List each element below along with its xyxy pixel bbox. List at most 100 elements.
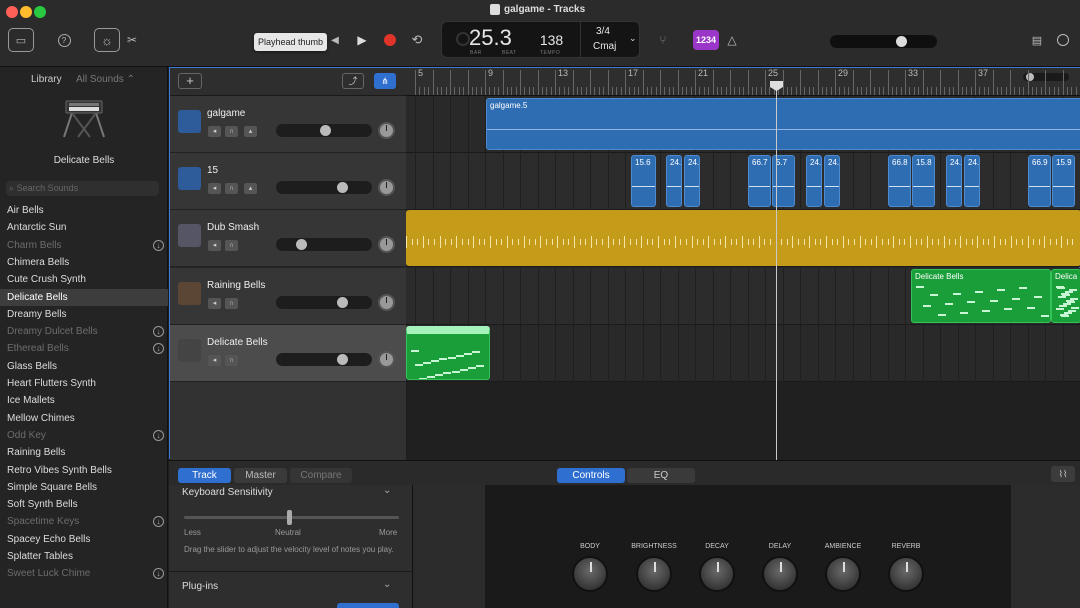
- library-item[interactable]: Spacey Echo Bells: [0, 531, 168, 548]
- audio-region[interactable]: 15.9: [1052, 155, 1075, 208]
- library-item[interactable]: Spacetime Keys ↓: [0, 513, 168, 530]
- mute-button[interactable]: ◂: [208, 297, 221, 309]
- audio-region[interactable]: 15.6: [631, 155, 656, 208]
- signature-key-display[interactable]: 3/4 Cmaj ⌄: [580, 22, 640, 59]
- tempo-display[interactable]: 138 TEMPO: [524, 22, 579, 59]
- audio-region[interactable]: 24.: [806, 155, 822, 208]
- record-enable-button[interactable]: ▴: [244, 126, 257, 137]
- snap-button[interactable]: ⋔: [374, 73, 396, 89]
- library-item[interactable]: Raining Bells: [0, 444, 168, 461]
- zoom-window-button[interactable]: [34, 6, 46, 18]
- audio-region[interactable]: 66.9: [1028, 155, 1051, 208]
- control-knob[interactable]: [888, 556, 924, 592]
- midi-region[interactable]: [406, 325, 490, 380]
- track-header[interactable]: Raining Bells ◂ ∩: [170, 267, 406, 325]
- track-lane[interactable]: [406, 324, 1080, 382]
- audio-region[interactable]: 24.: [824, 155, 840, 208]
- track-pan-knob[interactable]: [378, 122, 395, 139]
- solo-button[interactable]: ∩: [225, 297, 238, 309]
- solo-button[interactable]: ∩: [225, 126, 238, 137]
- record-button[interactable]: [377, 28, 403, 52]
- library-button[interactable]: ▭: [8, 28, 34, 52]
- library-item[interactable]: Sweet Luck Chime ↓: [0, 565, 168, 582]
- audio-region[interactable]: 24.: [666, 155, 682, 208]
- tuner-button[interactable]: ⑂: [650, 28, 676, 52]
- eq-view-button[interactable]: ⌇⌇: [1051, 466, 1075, 482]
- tab-track[interactable]: Track: [178, 468, 231, 483]
- library-item[interactable]: Splatter Tables: [0, 548, 168, 565]
- chevron-down-icon[interactable]: ⌄: [383, 485, 391, 496]
- audio-region[interactable]: galgame.5: [486, 98, 1080, 150]
- library-item[interactable]: Dreamy Dulcet Bells ↓: [0, 323, 168, 340]
- track-volume-slider[interactable]: [276, 181, 372, 195]
- track-pan-knob[interactable]: [378, 293, 395, 311]
- library-item[interactable]: Chimera Bells: [0, 254, 168, 271]
- track-pan-knob[interactable]: [378, 236, 395, 254]
- download-icon[interactable]: ↓: [153, 239, 164, 251]
- audio-region[interactable]: 66.7: [748, 155, 771, 208]
- library-filter[interactable]: All Sounds ⌃: [76, 74, 135, 85]
- library-item[interactable]: Heart Flutters Synth: [0, 375, 168, 392]
- audio-region[interactable]: 24.: [946, 155, 962, 208]
- track-volume-thumb[interactable]: [320, 125, 332, 136]
- playhead[interactable]: [776, 81, 777, 460]
- velocity-slider-thumb[interactable]: [287, 510, 292, 525]
- automation-button[interactable]: ⤴: [342, 73, 364, 89]
- track-volume-slider[interactable]: [276, 352, 372, 366]
- mute-button[interactable]: ◂: [208, 240, 221, 252]
- library-item[interactable]: Cute Crush Synth: [0, 271, 168, 288]
- track-header[interactable]: galgame ◂ ∩ ▴: [170, 96, 406, 153]
- play-button[interactable]: ▶: [349, 28, 375, 52]
- control-knob[interactable]: [825, 556, 861, 592]
- loop-browser-button[interactable]: [1050, 28, 1076, 52]
- library-item[interactable]: Ethereal Bells ↓: [0, 340, 168, 357]
- close-window-button[interactable]: [6, 6, 18, 18]
- library-item[interactable]: Charm Bells ↓: [0, 237, 168, 254]
- library-item[interactable]: Simple Square Bells: [0, 479, 168, 496]
- track-volume-thumb[interactable]: [337, 353, 349, 365]
- download-icon[interactable]: ↓: [153, 326, 164, 338]
- midi-region[interactable]: Delicate Bells: [911, 268, 1051, 323]
- mute-button[interactable]: ◂: [208, 183, 221, 195]
- download-icon[interactable]: ↓: [153, 343, 164, 355]
- lcd-display[interactable]: 25.3 BAR BEAT 138 TEMPO 3/4 Cmaj ⌄: [441, 21, 640, 59]
- track-volume-slider[interactable]: [276, 295, 372, 309]
- count-in-button[interactable]: 1234: [693, 30, 719, 50]
- library-item[interactable]: Antarctic Sun: [0, 219, 168, 236]
- download-icon[interactable]: ↓: [153, 568, 164, 580]
- audio-region[interactable]: 24.: [684, 155, 700, 208]
- download-icon[interactable]: ↓: [153, 516, 164, 528]
- velocity-slider[interactable]: [184, 510, 399, 525]
- library-item[interactable]: Glass Bells: [0, 358, 168, 375]
- mute-button[interactable]: ◂: [208, 354, 221, 366]
- control-knob[interactable]: [762, 556, 798, 592]
- cycle-button[interactable]: ⟲: [404, 28, 430, 52]
- library-item[interactable]: Delicate Bells: [0, 288, 168, 306]
- mute-button[interactable]: ◂: [208, 126, 221, 137]
- ruler[interactable]: 5 9 13 17 21 25 29 33 37: [406, 68, 1080, 96]
- solo-button[interactable]: ∩: [225, 354, 238, 366]
- metronome-button[interactable]: △: [719, 28, 745, 52]
- add-track-button[interactable]: +: [178, 73, 202, 89]
- record-enable-button[interactable]: ▴: [244, 183, 257, 195]
- midi-region[interactable]: Delica: [1051, 268, 1080, 323]
- library-item[interactable]: Soft Synth Bells: [0, 496, 168, 513]
- track-volume-thumb[interactable]: [337, 182, 349, 194]
- track-volume-slider[interactable]: [276, 238, 372, 252]
- master-volume-slider[interactable]: [830, 35, 937, 48]
- solo-button[interactable]: ∩: [225, 240, 238, 252]
- minimize-window-button[interactable]: [20, 6, 32, 18]
- library-item[interactable]: Dreamy Bells: [0, 306, 168, 323]
- track-lane[interactable]: 15.6 24. 24. 66.7 5.7 24. 24. 66.8 15.8 24. 24. 66.…: [406, 153, 1080, 211]
- track-volume-thumb[interactable]: [337, 296, 349, 308]
- audio-region[interactable]: 24.: [964, 155, 980, 208]
- audio-region[interactable]: 15.8: [912, 155, 935, 208]
- track-header[interactable]: Dub Smash ◂ ∩: [170, 210, 406, 268]
- track-pan-knob[interactable]: [378, 179, 395, 197]
- tab-master[interactable]: Master: [234, 468, 287, 483]
- tab-eq[interactable]: EQ: [627, 468, 695, 483]
- editors-button[interactable]: ✂: [119, 28, 145, 52]
- track-volume-slider[interactable]: [276, 124, 372, 137]
- control-knob[interactable]: [572, 556, 608, 592]
- library-item[interactable]: Odd Key ↓: [0, 427, 168, 444]
